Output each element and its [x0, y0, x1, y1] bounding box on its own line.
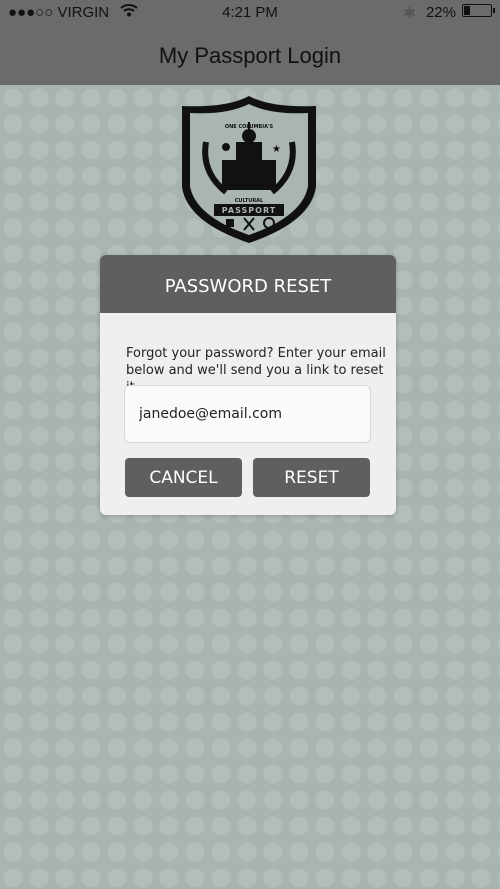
email-input[interactable]: [124, 385, 371, 443]
bluetooth-icon: ✱: [403, 5, 416, 22]
svg-text:★: ★: [272, 144, 281, 155]
battery-percent: 22%: [425, 4, 456, 21]
cultural-passport-logo: ONE COLUMBIA'S ★ CULTURAL PASSPORT: [176, 92, 322, 247]
clock: 4:21 PM: [222, 4, 278, 21]
battery-icon: [462, 4, 495, 17]
app-header: ●●●○○ VIRGIN 4:21 PM ✱ 22% My Passport L…: [0, 0, 500, 85]
status-bar: ●●●○○ VIRGIN 4:21 PM ✱ 22%: [8, 4, 495, 26]
svg-text:CULTURAL: CULTURAL: [235, 198, 264, 204]
password-reset-dialog: PASSWORD RESET Forgot your password? Ent…: [100, 255, 396, 515]
svg-text:PASSPORT: PASSPORT: [222, 206, 276, 215]
page-title: My Passport Login: [158, 43, 342, 68]
cancel-button[interactable]: CANCEL: [125, 458, 242, 497]
reset-button[interactable]: RESET: [253, 458, 370, 497]
dialog-title: PASSWORD RESET: [100, 255, 396, 313]
